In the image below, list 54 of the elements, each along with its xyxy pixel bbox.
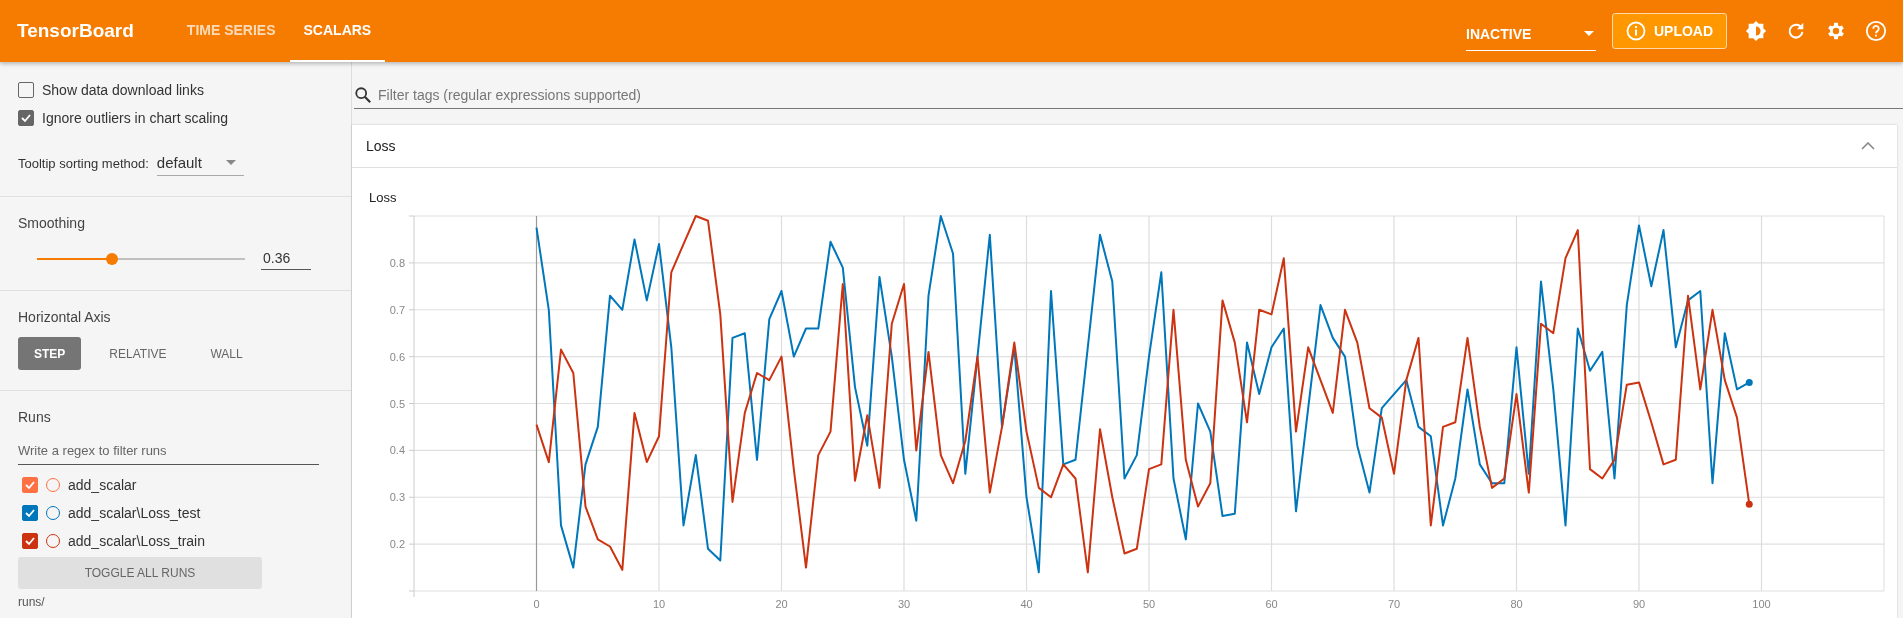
- checkbox[interactable]: [18, 110, 34, 126]
- toggle-all-runs-button[interactable]: TOGGLE ALL RUNS: [18, 557, 262, 589]
- checkbox-label: Ignore outliers in chart scaling: [42, 110, 228, 126]
- y-tick-label: 0.5: [389, 397, 405, 410]
- x-tick-label: 100: [1752, 598, 1771, 610]
- x-tick-label: 60: [1265, 598, 1278, 610]
- search-icon: [354, 86, 372, 104]
- help-icon[interactable]: [1865, 20, 1887, 42]
- caret-icon: [1584, 31, 1594, 36]
- x-tick-label: 40: [1020, 598, 1033, 610]
- x-tick-label: 50: [1142, 598, 1156, 610]
- reload-dropdown[interactable]: INACTIVE: [1466, 17, 1596, 51]
- x-tick-label: 30: [897, 598, 911, 610]
- run-checkbox[interactable]: [22, 505, 38, 521]
- tag-filter-field[interactable]: Filter tags (regular expressions supported): [376, 82, 1903, 108]
- info-icon: [1625, 21, 1646, 41]
- brightness-icon[interactable]: [1745, 20, 1767, 42]
- checkbox-label: Show data download links: [42, 82, 204, 98]
- card-title: Loss: [366, 138, 396, 154]
- y-tick-label: 0.2: [389, 538, 405, 551]
- smoothing-label: Smoothing: [18, 215, 86, 231]
- runs-label: Runs: [18, 409, 52, 425]
- x-tick-label: 70: [1387, 598, 1401, 610]
- chart-title: Loss: [369, 190, 398, 205]
- x-tick-label: 0: [533, 598, 540, 610]
- slider-thumb[interactable]: [105, 252, 118, 265]
- y-tick-label: 0.6: [389, 350, 405, 363]
- y-tick-label: 0.7: [389, 303, 405, 316]
- run-checkbox[interactable]: [22, 533, 38, 549]
- axis-toggle-button[interactable]: WALL: [194, 337, 259, 370]
- run-directory: runs/: [18, 595, 46, 609]
- y-tick-label: 0.8: [389, 256, 405, 269]
- run-name: add_scalar\Loss_train: [68, 533, 205, 549]
- axis-toggle-button[interactable]: STEP: [18, 337, 82, 370]
- smoothing-input[interactable]: 0.36: [261, 247, 311, 270]
- checkbox[interactable]: [18, 82, 34, 98]
- settings-icon[interactable]: [1825, 20, 1847, 42]
- x-tick-label: 80: [1510, 598, 1523, 610]
- run-filter-field[interactable]: Write a regex to filter runs: [18, 437, 319, 465]
- tooltip-sort-dropdown[interactable]: default: [156, 150, 244, 176]
- horizontal-axis-label: Horizontal Axis: [18, 309, 112, 325]
- tooltip-sort-label: Tooltip sorting method:: [18, 155, 149, 171]
- y-tick-label: 0.4: [389, 444, 405, 457]
- caret-icon: [225, 160, 236, 165]
- x-tick-label: 20: [775, 598, 788, 610]
- run-checkbox[interactable]: [22, 477, 38, 493]
- app-title: TensorBoard: [17, 20, 134, 42]
- x-tick-label: 10: [652, 598, 666, 610]
- run-name: add_scalar: [68, 477, 137, 493]
- chevron-up-icon[interactable]: [1861, 142, 1875, 150]
- x-tick-label: 90: [1632, 598, 1646, 610]
- y-tick-label: 0.3: [389, 491, 405, 504]
- run-name: add_scalar\Loss_test: [68, 505, 201, 521]
- axis-toggle-button[interactable]: RELATIVE: [93, 337, 183, 370]
